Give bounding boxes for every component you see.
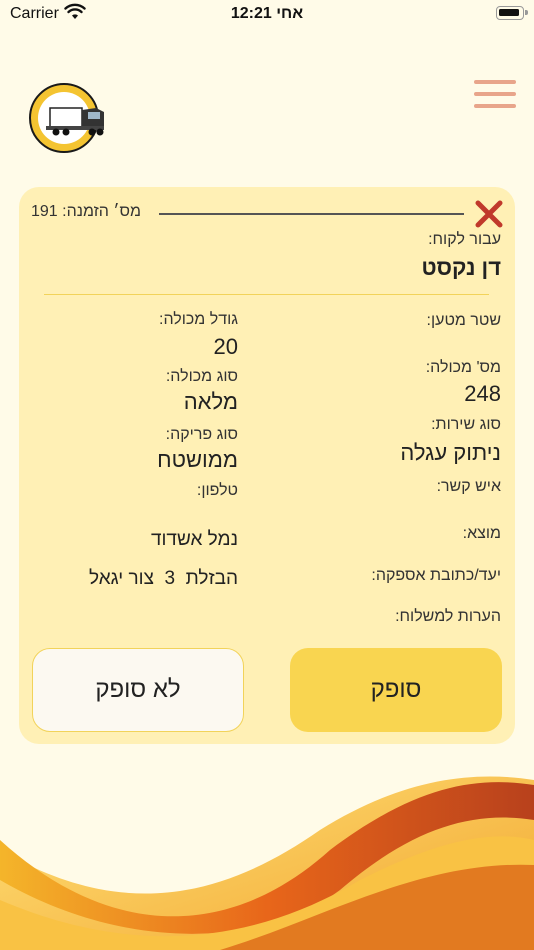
service-type-value: ניתוק עגלה [400, 440, 501, 465]
shipping-notes-label: הערות למשלוח: [395, 608, 501, 625]
container-number-label: מס' מכולה: [425, 359, 501, 376]
contact-label: איש קשר: [436, 478, 501, 495]
origin-label: מוצא: [462, 525, 501, 542]
bill-of-lading-label: שטר מטען: [426, 312, 501, 329]
order-header-line [159, 213, 464, 215]
unloading-type-label: סוג פריקה: [165, 426, 238, 443]
hamburger-icon [474, 80, 516, 84]
service-type-label: סוג שירות: [431, 416, 501, 433]
for-customer-label: עבור לקוח: [428, 231, 501, 248]
destination-value: הבזלת 3 צור יגאל [89, 568, 238, 589]
section-divider [44, 294, 489, 295]
hamburger-menu-button[interactable] [474, 80, 516, 110]
destination-label: יעד/כתובת אספקה: [371, 567, 501, 584]
order-number: מס׳ הזמנה: 191 [31, 203, 142, 220]
battery-icon [496, 6, 528, 20]
container-number-value: 248 [464, 381, 501, 406]
order-card: מס׳ הזמנה: 191 עבור לקוח: דן נקסט שטר מט… [19, 187, 515, 744]
customer-name: דן נקסט [421, 255, 501, 280]
container-type-label: סוג מכולה: [165, 368, 238, 385]
phone-label: טלפון: [196, 482, 238, 499]
container-type-value: מלאה [183, 389, 238, 414]
origin-value: נמל אשדוד [150, 529, 238, 550]
container-size-value: 20 [213, 334, 238, 359]
unloading-type-value: ממושטח [157, 447, 238, 472]
close-icon[interactable] [474, 199, 504, 229]
supplied-button[interactable]: סופק [290, 648, 502, 732]
clock: 12:21 אחי [230, 5, 304, 22]
status-bar: Carrier 12:21 אחי [0, 0, 534, 30]
decorative-wave [0, 770, 534, 950]
not-supplied-button[interactable]: לא סופק [32, 648, 244, 732]
company-logo [28, 82, 108, 154]
container-size-label: גודל מכולה: [159, 311, 238, 328]
